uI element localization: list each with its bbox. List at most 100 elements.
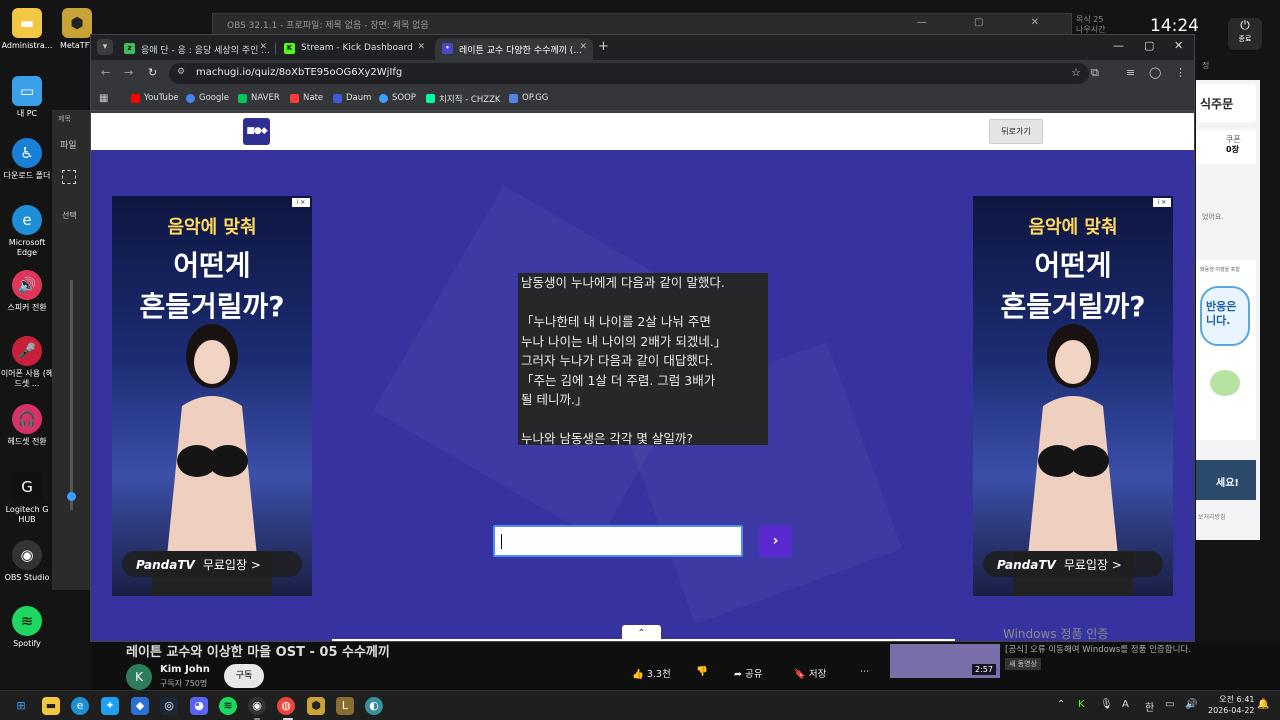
blue-app-icon[interactable]: ◆ (131, 697, 149, 715)
close-icon[interactable]: ✕ (417, 42, 425, 52)
back-button[interactable]: 뒤로가기 (989, 119, 1043, 144)
extensions-icon[interactable]: ⧉ (1091, 66, 1099, 80)
scroll-top-button[interactable]: ⌃ (622, 625, 661, 641)
adchoices-icon[interactable]: i ✕ (292, 198, 310, 207)
obs-icon[interactable]: ◉ (248, 697, 266, 715)
desktop-icon-edge[interactable]: e Microsoft Edge (0, 205, 54, 258)
chrome-icon[interactable]: ◍ (277, 697, 295, 715)
steam-icon[interactable]: ◎ (160, 697, 178, 715)
tab-machugi[interactable]: • 레이튼 교수 다양한 수수께끼 (... ✕ (435, 38, 593, 60)
media-control-icon[interactable]: ≡ (1126, 66, 1135, 79)
minimize-button[interactable]: — (1113, 39, 1124, 52)
power-button[interactable]: ⏻ 종료 (1228, 18, 1262, 50)
submit-button[interactable]: › (759, 526, 792, 557)
bookmark-soop[interactable]: SOOP (379, 93, 416, 103)
metatft-icon[interactable]: ⬢ (307, 697, 325, 715)
network-icon[interactable]: ▭ (1165, 699, 1174, 710)
channel-name[interactable]: Kim John (160, 664, 210, 675)
microphone-tray-icon[interactable]: 🎙 (1100, 699, 1113, 710)
ad-cta-button[interactable]: PandaTV 무료입장 > (122, 551, 302, 577)
desktop-icon-spotify[interactable]: ≋ Spotify (0, 606, 54, 649)
promo-banner[interactable]: 세요! (1196, 460, 1256, 500)
desktop-icon-administrator[interactable]: ▬ Administra... (0, 8, 54, 51)
share-button[interactable]: ➦ 공유 (734, 666, 762, 680)
bird-icon[interactable]: ✦ (101, 697, 119, 715)
tab-search-button[interactable]: ▾ (97, 39, 113, 55)
promo-bubble: 반응은 니다. (1200, 286, 1250, 346)
profile-icon[interactable]: ◯ (1149, 66, 1161, 79)
accessibility-icon: ♿ (12, 138, 42, 168)
site-logo[interactable]: ■●◆ (243, 118, 270, 145)
kick-tray-icon[interactable]: K (1078, 699, 1085, 710)
subscribe-button[interactable]: 구독 (224, 664, 264, 688)
tab-chzzk[interactable]: z 응애 단 - 응 : 응당 세상의 주인 ... ✕ (117, 38, 273, 60)
desktop-icon-logitech[interactable]: G Logitech G HUB (0, 472, 54, 525)
desktop-icon-obs[interactable]: ◉ OBS Studio (0, 540, 54, 583)
back-arrow-icon[interactable]: ← (101, 66, 110, 79)
browser-menu-icon[interactable]: ⋮ (1175, 66, 1186, 79)
related-video-title[interactable]: [공식] 오류 이동해여 Windows를 정품 인증합니다. (1005, 643, 1191, 655)
font-tray-icon[interactable]: A (1122, 699, 1129, 710)
volume-icon[interactable]: 🔊 (1185, 699, 1197, 710)
spotify-icon[interactable]: ≋ (219, 697, 237, 715)
lol-icon[interactable]: L (336, 697, 354, 715)
answer-input[interactable] (493, 525, 743, 557)
bookmark-nate[interactable]: Nate (290, 93, 323, 103)
start-icon[interactable]: ⊞ (12, 697, 30, 715)
desktop-icon-headset[interactable]: 🎧 헤드셋 전환 (0, 404, 54, 447)
tray-overflow-icon[interactable]: ⌃ (1057, 699, 1065, 710)
close-icon[interactable]: ✕ (579, 42, 587, 52)
bookmark-youtube[interactable]: YouTube (131, 93, 179, 103)
bookmark-star-icon[interactable]: ☆ (1071, 66, 1081, 79)
edge-icon[interactable]: e (71, 697, 89, 715)
notification-bell-icon[interactable]: 🔔 (1257, 699, 1269, 710)
select-tool-icon[interactable] (62, 170, 76, 184)
apps-grid-icon[interactable]: ▦ (99, 93, 108, 104)
more-actions-icon[interactable]: ⋯ (860, 666, 870, 677)
channel-avatar[interactable]: K (126, 664, 152, 690)
bookmark-opgg[interactable]: OP.GG (509, 93, 548, 103)
language-indicator[interactable]: 한 (1145, 699, 1154, 714)
dislike-button[interactable]: 👎 (696, 666, 708, 677)
volume-slider-handle[interactable] (67, 492, 76, 501)
ad-cta-button[interactable]: PandaTV 무료입장 > (983, 551, 1163, 577)
discord-icon[interactable]: ◕ (190, 697, 208, 715)
address-url[interactable]: machugi.io/quiz/8oXbTE95oOG6Xy2WjIfg (196, 67, 402, 78)
desktop-icon-downloads[interactable]: ♿ 다운로드 폴더 (0, 138, 54, 181)
headset-icon: 🎧 (12, 404, 42, 434)
site-info-icon[interactable]: ⚙ (177, 67, 185, 77)
desktop-icon-speaker[interactable]: 🔊 스피커 전환 (0, 270, 54, 313)
desktop-icon-earphone[interactable]: 🎤 이어폰 사용 (헤드셋 ... (0, 336, 54, 389)
file-explorer-icon[interactable]: ▬ (42, 697, 60, 715)
address-bar[interactable]: ⚙ machugi.io/quiz/8oXbTE95oOG6Xy2WjIfg ☆ (169, 63, 1089, 84)
globe-icon[interactable]: ◐ (365, 697, 383, 715)
desktop-icon-my-pc[interactable]: ▭ 내 PC (0, 76, 54, 119)
chevron-up-icon: ⌃ (637, 628, 646, 639)
volume-slider[interactable] (70, 280, 73, 510)
new-tab-button[interactable]: + (598, 39, 609, 54)
taskbar-clock[interactable]: 오전 6:41 2026-04-22 (1208, 694, 1255, 716)
bookmark-google[interactable]: Google (186, 93, 229, 103)
obs-menu-file[interactable]: 파일 (60, 138, 77, 151)
adchoices-icon[interactable]: i ✕ (1153, 198, 1171, 207)
tab-kick[interactable]: K Stream - Kick Dashboard ✕ (277, 38, 431, 60)
close-window-button[interactable]: ✕ (1174, 39, 1183, 52)
order-button[interactable]: 식주문 (1196, 84, 1256, 122)
maximize-button[interactable]: ▢ (1144, 39, 1154, 52)
bookmark-daum[interactable]: Daum (333, 93, 371, 103)
save-button[interactable]: 🔖 저장 (794, 666, 826, 680)
reload-icon[interactable]: ↻ (148, 66, 157, 79)
forward-arrow-icon[interactable]: → (124, 66, 133, 79)
soop-icon (379, 94, 388, 103)
ad-banner-right[interactable]: i ✕ 음악에 맞춰 어떤게 흔들거릴까? PandaTV 무료입장 > (973, 196, 1173, 596)
privacy-link[interactable]: 보처리방침 (1198, 512, 1226, 521)
coupon-box[interactable]: 쿠폰 0장 (1196, 130, 1256, 164)
bookmark-naver[interactable]: NAVER (238, 93, 280, 103)
obs-window-controls[interactable]: — ▢ ✕ (917, 17, 1061, 28)
promo-card[interactable]: 돼동쟁 여행을 포함 반응은 니다. (1196, 260, 1256, 440)
bookmark-chzzk[interactable]: 치지직 - CHZZK (426, 93, 500, 105)
like-button[interactable]: 👍 3.3천 (632, 666, 671, 680)
close-icon[interactable]: ✕ (259, 42, 267, 52)
ad-banner-left[interactable]: i ✕ 음악에 맞춰 어떤게 흔들거릴까? PandaTV 무료입장 > (112, 196, 312, 596)
obs-window-titlebar[interactable]: OBS 32.1.1 - 프로파일: 제목 없음 - 장면: 제목 없음 — ▢… (212, 13, 1072, 35)
